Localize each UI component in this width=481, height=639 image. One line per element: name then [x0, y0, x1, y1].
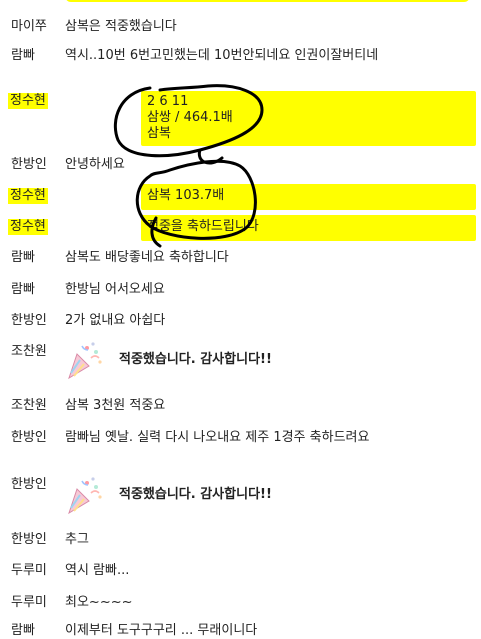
- sender-name: 람빠: [11, 623, 35, 638]
- party-popper-icon: [68, 477, 102, 515]
- message-text: 안녕하세요: [65, 157, 125, 172]
- message-text: 2가 없내요 아쉽다: [65, 313, 166, 328]
- message-text: 역시 람빠...: [65, 563, 130, 578]
- message-text: 삼복은 적중했습니다: [65, 19, 177, 34]
- sender-name: 람빠: [11, 250, 35, 265]
- emoticon-message: 적중했습니다. 감사합니다!!: [65, 475, 387, 515]
- partial-highlight-bar: [65, 0, 470, 2]
- message-text: 삼복 3천원 적중요: [65, 398, 166, 413]
- message-text: 적중을 축하드립니다: [141, 215, 476, 241]
- message-line: 2 6 11: [147, 94, 189, 109]
- message-text: 추그: [65, 532, 89, 547]
- message-text: 한방님 어서오세요: [65, 282, 165, 297]
- sender-name: 마이쭈: [11, 19, 47, 34]
- message-line: 삼쌍 / 464.1배: [147, 110, 233, 125]
- sender-name: 한방인: [11, 430, 47, 445]
- message-text: 이제부터 도구구구리 ... 무래이니다: [65, 623, 258, 638]
- sender-name: 한방인: [11, 313, 47, 328]
- message-line: 삼복: [147, 126, 171, 141]
- party-popper-icon: [68, 342, 102, 380]
- message-text: 삼복도 배당좋네요 축하합니다: [65, 250, 229, 265]
- sender-name: 한방인: [11, 157, 47, 172]
- sender-name: 정수현: [8, 93, 48, 109]
- chat-log: 마이쭈 삼복은 적중했습니다 람빠 역시..10번 6번고민했는데 10번안되네…: [0, 0, 481, 638]
- sender-name: 조찬원: [11, 398, 47, 413]
- sender-name: 한방인: [11, 532, 47, 547]
- emoticon-text: 적중했습니다. 감사합니다!!: [119, 487, 272, 502]
- message-text: 람빠님 옛날. 실력 다시 나오내요 제주 1경주 축하드려요: [65, 430, 370, 445]
- message-text: 삼복 103.7배: [141, 184, 476, 210]
- sender-name: 정수현: [8, 219, 48, 235]
- sender-name: 람빠: [11, 48, 35, 63]
- emoticon-text: 적중했습니다. 감사합니다!!: [119, 352, 272, 367]
- sender-name: 정수현: [8, 188, 48, 204]
- message-text: 최오~~~~: [65, 595, 133, 610]
- sender-name: 람빠: [11, 282, 35, 297]
- emoticon-message: 적중했습니다. 감사합니다!!: [65, 340, 387, 380]
- message-text: 2 6 11 삼쌍 / 464.1배 삼복: [141, 91, 476, 146]
- sender-name: 두루미: [11, 595, 47, 610]
- sender-name: 조찬원: [11, 344, 47, 359]
- sender-name: 두루미: [11, 563, 47, 578]
- message-text: 역시..10번 6번고민했는데 10번안되네요 인권이잘버티네: [65, 48, 379, 63]
- sender-name: 한방인: [11, 477, 47, 492]
